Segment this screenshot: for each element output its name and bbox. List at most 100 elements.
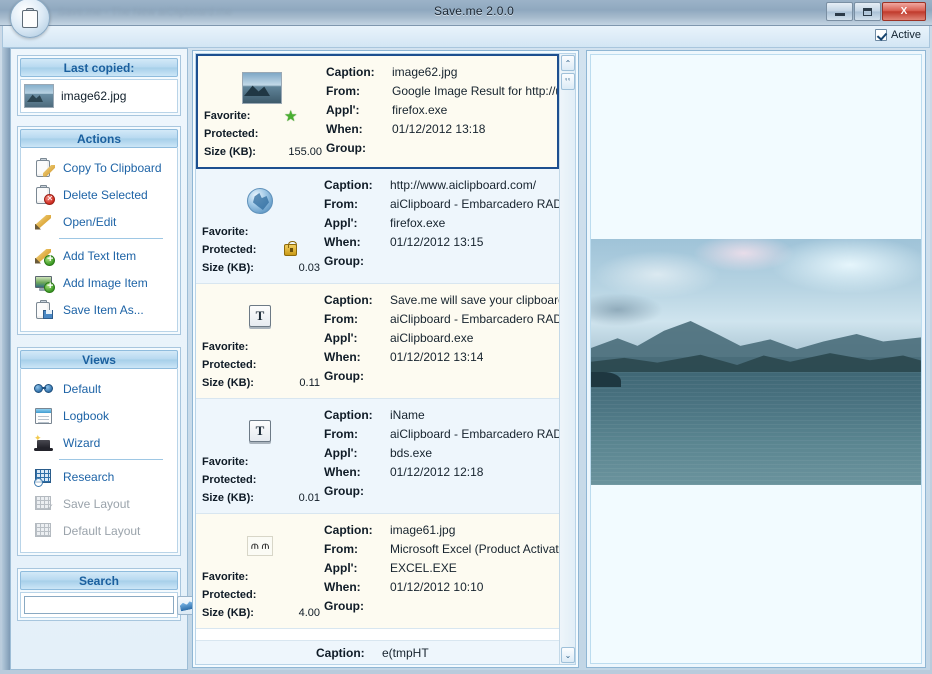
appl-value: firefox.exe [390,214,445,233]
views-panel: Views Default Logbook [17,347,181,556]
view-label: Default Layout [63,524,140,538]
close-button[interactable]: X [882,2,926,21]
from-label: From: [324,540,390,559]
view-research[interactable]: Research [25,463,173,490]
active-checkbox[interactable] [875,29,887,41]
size-value: 4.00 [264,607,320,619]
action-copy-to-clipboard[interactable]: Copy To Clipboard [25,154,173,181]
size-label: Size (KB): [202,492,264,504]
appl-label: Appl': [324,329,390,348]
minimize-button[interactable] [826,2,853,21]
list-item[interactable]: ⫙⫙ Favorite: Protected: Size (K [196,514,559,629]
active-label: Active [891,29,921,41]
view-default[interactable]: Default [25,375,173,402]
pencil-add-icon [33,246,55,266]
view-default-layout[interactable]: Default Layout [25,517,173,544]
caption-label: Caption: [326,63,392,82]
list-item-icon [240,70,284,106]
text-item-icon: T [249,420,271,442]
favorite-label: Favorite: [202,226,264,238]
from-label: From: [324,425,390,444]
from-label: From: [324,310,390,329]
protected-label: Protected: [202,589,264,601]
views-divider [59,459,163,460]
view-label: Research [63,470,114,484]
from-value: aiClipboard - Embarcadero RAD Studi [390,195,559,214]
appl-label: Appl': [324,214,390,233]
actions-divider [59,238,163,239]
scroll-up-button[interactable]: ⌃ [561,55,575,71]
protected-row: Protected: [202,586,324,604]
caption-label: Caption: [324,176,390,195]
when-value: 01/12/2012 13:15 [390,233,483,252]
preview-water [591,372,922,485]
action-delete-selected[interactable]: Delete Selected [25,181,173,208]
caption-value: e(tmpHT [382,646,429,660]
group-label: Group: [324,482,390,501]
size-value: 0.11 [264,377,320,389]
clipboard-item-list[interactable]: Favorite: ★ Protected: Size (KB): 155.00 [196,54,559,664]
scrollbar-thumb[interactable]: ᓫᓫ [561,73,575,90]
group-label: Group: [324,597,390,616]
view-label: Save Layout [63,497,130,511]
grid-default-icon [33,521,55,541]
appl-label: Appl': [324,559,390,578]
action-save-item-as[interactable]: Save Item As... [25,296,173,323]
list-scrollbar[interactable]: ⌃ ᓫᓫ ⌄ [559,54,575,664]
search-title: Search [20,571,178,590]
protected-label: Protected: [204,128,266,140]
preview-area[interactable] [590,54,922,664]
maximize-button[interactable] [854,2,881,21]
group-label: Group: [324,367,390,386]
protected-row: Protected: [202,471,324,489]
size-value: 155.00 [266,146,322,158]
protected-label: Protected: [202,244,264,256]
left-rail [2,48,10,670]
favorite-label: Favorite: [202,341,264,353]
list-item-partial[interactable]: Caption: e(tmpHT [196,640,559,664]
clipboard-copy-icon [33,158,55,178]
last-copied-panel: Last copied: image62.jpg [17,55,181,116]
size-label: Size (KB): [204,146,266,158]
when-label: When: [324,463,390,482]
list-item[interactable]: Favorite: ★ Protected: Size (KB): 155.00 [196,54,559,169]
search-panel: Search [17,568,181,621]
when-value: 01/12/2012 13:14 [390,348,483,367]
action-label: Add Image Item [63,276,148,290]
favorite-star-icon[interactable]: ★ [284,109,297,124]
clipboard-icon [22,8,38,28]
list-item-meta: ⫙⫙ Favorite: Protected: Size (K [196,514,324,628]
list-item-fields: Caption:image61.jpg From:Microsoft Excel… [324,514,559,628]
list-item[interactable]: T Favorite: Protected: Size (KB [196,399,559,514]
last-copied-item[interactable]: image62.jpg [20,79,178,113]
size-row: Size (KB): 155.00 [204,143,326,161]
size-label: Size (KB): [202,607,264,619]
from-value: Microsoft Excel (Product Activation Fa [390,540,559,559]
favorite-row: Favorite: [202,338,324,356]
view-wizard[interactable]: ✦ Wizard [25,429,173,456]
search-input[interactable] [24,596,174,614]
views-title: Views [20,350,178,369]
view-logbook[interactable]: Logbook [25,402,173,429]
from-value: aiClipboard - Embarcadero RAD Studi [390,310,559,329]
action-add-image-item[interactable]: Add Image Item [25,269,173,296]
view-save-layout[interactable]: ✓ Save Layout [25,490,173,517]
from-value: aiClipboard - Embarcadero RAD Studi [390,425,559,444]
active-toggle[interactable]: Active [875,29,921,41]
last-copied-title: Last copied: [20,58,178,77]
scroll-down-button[interactable]: ⌄ [561,647,575,663]
when-label: When: [324,233,390,252]
action-label: Delete Selected [63,188,148,202]
glasses-icon [33,379,55,399]
list-item[interactable]: Favorite: Protected: Size (KB): 0.03 [196,169,559,284]
appl-value: EXCEL.EXE [390,559,457,578]
window-logbook-icon [33,406,55,426]
list-item[interactable]: T Favorite: Protected: Size (KB [196,284,559,399]
sidebar: Last copied: image62.jpg Actions [10,48,188,670]
from-label: From: [326,82,392,101]
text-item-icon: T [249,305,271,327]
action-add-text-item[interactable]: Add Text Item [25,242,173,269]
view-label: Default [63,382,101,396]
action-open-edit[interactable]: Open/Edit [25,208,173,235]
lock-icon[interactable] [284,244,297,256]
